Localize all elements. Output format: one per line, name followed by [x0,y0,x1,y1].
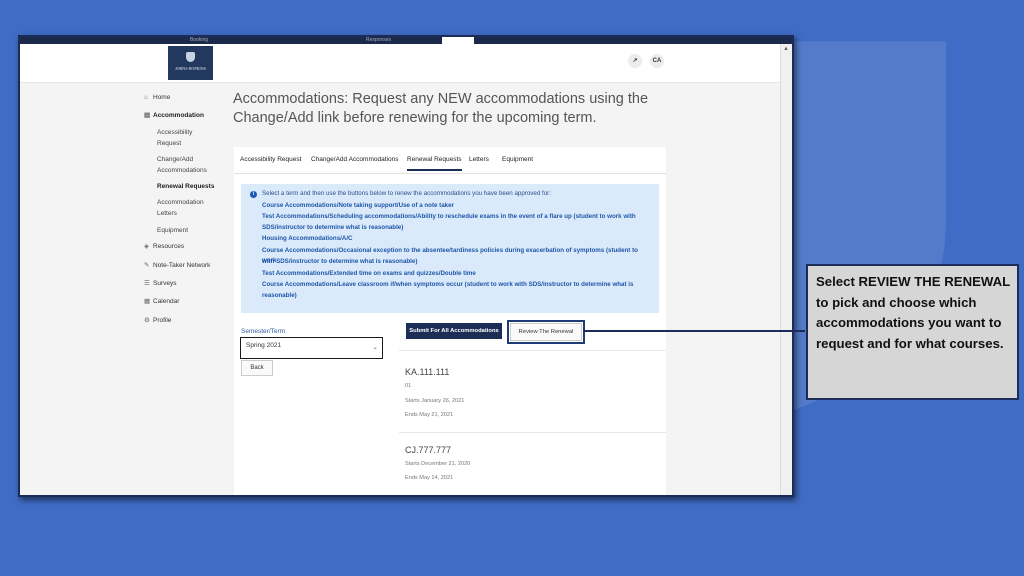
semester-select[interactable]: Spring 2021 ⌄ [240,337,383,359]
browser-window: Booking Responses JOHNS HOPKINS ↗ CA ▲ ⌂… [18,35,794,497]
subitem-line: Change/Add [157,156,194,163]
sidebar-item-label: Profile [153,317,172,324]
tab-equipment[interactable]: Equipment [502,156,533,163]
subitem-line: Accommodation [157,199,204,206]
logo-text: JOHNS HOPKINS [175,66,206,71]
divider [399,350,666,351]
sidebar-item-label: Calendar [153,298,180,305]
tab-responses[interactable]: Responses [366,37,391,44]
accommodation-item: Test Accommodations/Scheduling accommoda… [262,213,636,220]
sidebar-item-resources[interactable]: ◈ Resources [144,242,234,252]
subitem-line: Accessibility [157,129,193,136]
instruction-callout: Select REVIEW THE RENEWAL to pick and ch… [806,264,1019,400]
external-link-icon[interactable]: ↗ [628,54,642,68]
info-intro: Select a term and then use the buttons b… [262,190,551,197]
accommodation-item: Housing Accommodations/A/C [262,235,353,242]
accommodation-item: SDS/instructor to determine what is reas… [262,224,404,231]
callout-text: Select REVIEW THE RENEWAL to pick and ch… [816,274,1010,351]
scrollbar[interactable]: ▲ [780,44,792,495]
sidebar-item-label: Note-Taker Network [153,262,211,269]
sidebar-item-note-taker-network[interactable]: ✎ Note-Taker Network [144,261,234,271]
tab-accessibility-request[interactable]: Accessibility Request [240,156,301,163]
tab-change-add[interactable]: Change/Add Accommodations [311,156,398,163]
subitem-line: Letters [157,209,177,217]
accommodation-icon: ▤ [144,112,151,119]
tab-bar: Accessibility Request Change/Add Accommo… [234,147,666,174]
course-end: Ends May 21, 2021 [405,412,454,418]
user-avatar-button[interactable]: CA [650,54,664,68]
home-icon: ⌂ [144,94,148,101]
sidebar-item-profile[interactable]: ⚙ Profile [144,316,234,326]
accommodation-item: Test Accommodations/Extended time on exa… [262,270,476,277]
course-start: Starts December 21, 2020 [405,461,471,467]
tab-active-indicator [442,37,474,44]
tab-renewal-requests[interactable]: Renewal Requests [407,156,462,171]
page-title-line: Accommodations: Request any NEW accommod… [233,91,649,107]
sidebar-subitem-accessibility-request[interactable]: Accessibility Request [157,128,227,149]
subitem-line: Equipment [157,227,189,234]
accommodation-item: reasonable) [262,292,297,299]
page-title: Accommodations: Request any NEW accommod… [233,90,653,128]
shield-icon [186,52,195,62]
sidebar-item-accommodation[interactable]: ▤ Accommodation [144,111,234,121]
subitem-line: Renewal Requests [157,183,215,190]
accommodation-item: Course Accommodations/Leave classroom if… [262,281,634,288]
sidebar-item-label: Surveys [153,280,177,287]
notetaker-icon: ✎ [144,262,150,269]
sidebar-subitem-accommodation-letters[interactable]: Accommodation Letters [157,198,227,219]
submit-all-button[interactable]: Submit For All Accommodations [406,323,502,339]
resources-icon: ◈ [144,243,149,250]
university-logo[interactable]: JOHNS HOPKINS [168,46,213,80]
semester-value: Spring 2021 [246,342,282,349]
calendar-icon: ▦ [144,298,151,305]
sidebar-subitem-change-add[interactable]: Change/Add Accommodations [157,155,227,176]
top-tab-strip: Booking Responses [20,37,792,44]
info-icon: i [250,191,257,198]
callout-connector [583,330,805,332]
app-header: JOHNS HOPKINS ↗ CA [20,44,780,83]
profile-icon: ⚙ [144,317,150,324]
sidebar-item-label: Home [153,94,171,101]
course-section: 01 [405,383,412,389]
sidebar-item-surveys[interactable]: ☰ Surveys [144,279,234,289]
review-renewal-button[interactable]: Review The Renewal [507,320,585,344]
sidebar-item-label: Accommodation [153,112,204,119]
semester-label: Semester/Term [241,328,286,335]
sidebar-item-label: Resources [153,243,185,250]
subitem-line: Request [157,139,182,147]
surveys-icon: ☰ [144,280,150,287]
subitem-line: Accommodations [157,166,207,174]
sidebar-subitem-renewal-requests[interactable]: Renewal Requests [157,182,227,193]
page-title-line: Change/Add link before renewing for the … [233,110,597,126]
accommodation-item: with SDS/instructor to determine what is… [262,258,418,265]
scroll-up-icon[interactable]: ▲ [783,46,789,52]
sidebar-subitem-equipment[interactable]: Equipment [157,226,227,237]
accommodation-item: Course Accommodations/Note taking suppor… [262,202,454,209]
course-end: Ends May 14, 2021 [405,475,454,481]
main-card: Accessibility Request Change/Add Accommo… [234,147,666,495]
course-code: KA.111.111 [405,367,450,377]
divider [399,432,666,433]
course-start: Starts January 26, 2021 [405,398,465,404]
sidebar-item-home[interactable]: ⌂ Home [144,93,234,103]
sidebar-item-calendar[interactable]: ▦ Calendar [144,297,234,307]
course-code: CJ.777.777 [405,445,452,455]
tab-letters[interactable]: Letters [469,156,489,163]
back-button[interactable]: Back [241,360,273,376]
tab-booking[interactable]: Booking [190,37,208,44]
chevron-down-icon: ⌄ [372,344,378,351]
info-box: i Select a term and then use the buttons… [241,184,659,313]
